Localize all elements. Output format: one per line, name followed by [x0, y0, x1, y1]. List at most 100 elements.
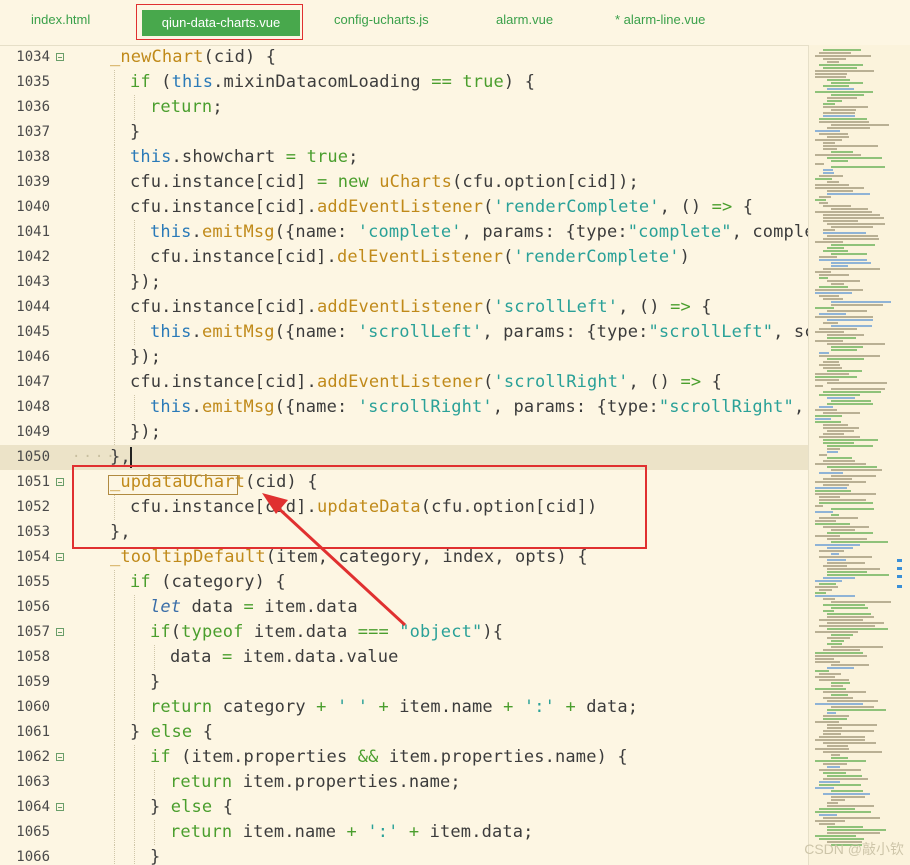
- fold-toggle-icon[interactable]: [56, 478, 64, 486]
- code-line[interactable]: 1059}: [0, 670, 808, 695]
- code-editor[interactable]: 1034 _newChart(cid) {1035 if (this.mixinDa…: [0, 45, 808, 865]
- minimap-line: [819, 784, 861, 786]
- minimap-line: [823, 742, 876, 744]
- minimap-line: [823, 142, 835, 144]
- indent-guide: [134, 395, 135, 420]
- code-token: return: [170, 772, 233, 792]
- minimap-line: [815, 487, 847, 489]
- code-line[interactable]: 1040 cfu.instance[cid].addEventListener('…: [0, 195, 808, 220]
- indent-guide: [134, 770, 135, 795]
- code-text: return;: [150, 95, 223, 120]
- code-token: }: [130, 122, 141, 142]
- code-line[interactable]: 1061} else {: [0, 720, 808, 745]
- minimap-line: [827, 802, 838, 804]
- code-line[interactable]: 1047 cfu.instance[cid].addEventListener('…: [0, 370, 808, 395]
- code-line[interactable]: 1066}: [0, 845, 808, 865]
- code-line[interactable]: 1043});: [0, 270, 808, 295]
- annotation-highlight-box: [72, 465, 647, 549]
- minimap-line: [815, 316, 873, 318]
- minimap-line: [815, 184, 849, 186]
- minimap-line: [823, 412, 860, 414]
- minimap-line: [815, 91, 873, 93]
- code-line[interactable]: 1035 if (this.mixinDatacomLoading == true…: [0, 70, 808, 95]
- minimap-line: [819, 202, 828, 204]
- minimap-line: [827, 622, 884, 624]
- minimap-line: [827, 97, 857, 99]
- code-token: ) {: [503, 72, 536, 92]
- code-line[interactable]: 1055 if (category) {: [0, 570, 808, 595]
- code-line[interactable]: 1048 this.emitMsg({name: 'scrollRight', p…: [0, 395, 808, 420]
- minimap-line: [831, 208, 868, 210]
- tab-qiun-data-charts-vue[interactable]: qiun-data-charts.vue: [142, 10, 300, 36]
- code-line[interactable]: 1057 if(typeof item.data === "object"){: [0, 620, 808, 645]
- code-token: }: [130, 722, 151, 742]
- code-token: +: [503, 697, 514, 717]
- fold-toggle-icon[interactable]: [56, 628, 64, 636]
- code-line[interactable]: 1042 cfu.instance[cid].delEventListener('…: [0, 245, 808, 270]
- minimap-line: [831, 244, 875, 246]
- minimap-line: [831, 160, 848, 162]
- minimap-line: [827, 310, 867, 312]
- code-line[interactable]: 1038 this.showchart = true;: [0, 145, 808, 170]
- line-number: 1051: [16, 474, 50, 490]
- minimap-line: [823, 442, 854, 444]
- code-line[interactable]: 1045 this.emitMsg({name: 'scrollLeft', pa…: [0, 320, 808, 345]
- code-line[interactable]: 1046});: [0, 345, 808, 370]
- code-line[interactable]: 1049});: [0, 420, 808, 445]
- minimap-line: [823, 298, 843, 300]
- tab-config-ucharts-js[interactable]: config-ucharts.js: [334, 12, 429, 27]
- minimap[interactable]: [808, 45, 910, 865]
- code-token: {: [701, 372, 723, 392]
- code-line[interactable]: 1063 return item.properties.name;: [0, 770, 808, 795]
- minimap-line: [815, 376, 857, 378]
- minimap-line: [827, 532, 873, 534]
- tab-index-html[interactable]: index.html: [31, 12, 90, 27]
- minimap-line: [823, 427, 859, 429]
- minimap-line: [823, 148, 837, 150]
- code-line[interactable]: 1062 if (item.properties && item.properti…: [0, 745, 808, 770]
- indent-guide: [114, 420, 115, 445]
- minimap-line: [827, 358, 864, 360]
- code-line[interactable]: 1037}: [0, 120, 808, 145]
- fold-toggle-icon[interactable]: [56, 553, 64, 561]
- indent-guide: [154, 645, 155, 670]
- indent-guide: [134, 845, 135, 865]
- minimap-line: [819, 121, 869, 123]
- code-token: this: [150, 222, 192, 242]
- fold-toggle-icon[interactable]: [56, 53, 64, 61]
- minimap-line: [823, 598, 835, 600]
- minimap-line: [815, 658, 834, 660]
- code-line[interactable]: 1041 this.emitMsg({name: 'complete', para…: [0, 220, 808, 245]
- line-number: 1048: [16, 399, 50, 415]
- code-token: uCharts: [379, 172, 452, 192]
- minimap-line: [827, 61, 839, 63]
- code-line[interactable]: 1058 data = item.data.value: [0, 645, 808, 670]
- fold-toggle-icon[interactable]: [56, 753, 64, 761]
- code-line[interactable]: 1065 return item.name + ':' + item.data;: [0, 820, 808, 845]
- minimap-line: [819, 823, 835, 825]
- code-line[interactable]: 1034 _newChart(cid) {: [0, 45, 808, 70]
- minimap-line: [827, 127, 870, 129]
- code-text: data = item.data.value: [170, 645, 399, 670]
- minimap-line: [819, 295, 839, 297]
- code-line[interactable]: 1039 cfu.instance[cid] = new uCharts(cfu.…: [0, 170, 808, 195]
- minimap-line: [827, 79, 850, 81]
- line-number: 1058: [16, 649, 50, 665]
- code-line[interactable]: 1056 let data = item.data: [0, 595, 808, 620]
- minimap-line: [815, 760, 866, 762]
- code-line[interactable]: 1060 return category + ' ' + item.name + …: [0, 695, 808, 720]
- tab-alarm-line-vue[interactable]: * alarm-line.vue: [615, 12, 705, 27]
- code-token: 'renderComplete': [493, 197, 660, 217]
- code-line[interactable]: 1044 cfu.instance[cid].addEventListener('…: [0, 295, 808, 320]
- minimap-line: [823, 526, 869, 528]
- tab-alarm-vue[interactable]: alarm.vue: [496, 12, 553, 27]
- code-text: let data = item.data: [150, 595, 358, 620]
- code-token: (: [483, 297, 494, 317]
- fold-toggle-icon[interactable]: [56, 803, 64, 811]
- code-line[interactable]: 1036 return;: [0, 95, 808, 120]
- code-token: (: [483, 372, 494, 392]
- minimap-line: [815, 241, 843, 243]
- code-token: category: [212, 697, 317, 717]
- code-token: return: [150, 97, 213, 117]
- code-line[interactable]: 1064} else {: [0, 795, 808, 820]
